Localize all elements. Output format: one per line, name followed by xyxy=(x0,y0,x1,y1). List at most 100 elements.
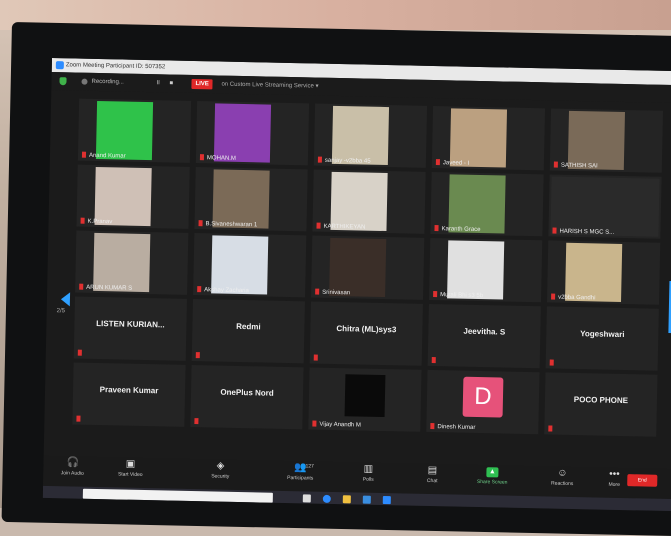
participant-tile[interactable]: sanjay -v2bba 45 xyxy=(313,103,428,168)
participant-name-label: Dinesh Kumar xyxy=(437,424,476,431)
previous-page-arrow-icon[interactable] xyxy=(60,292,71,307)
participant-display-name: Redmi xyxy=(236,321,261,332)
participant-tile[interactable]: ARUN KUMAR S xyxy=(75,230,189,295)
participant-tile[interactable]: POCO PHONE xyxy=(544,372,658,437)
participant-tile[interactable]: Anand Kumar xyxy=(77,98,192,163)
participant-tile[interactable]: Redmi xyxy=(191,299,305,364)
polls-button[interactable]: ▥ Polls xyxy=(343,464,393,483)
pause-recording-button[interactable]: II xyxy=(156,74,160,92)
participant-tile[interactable]: Vijay Anandh M xyxy=(308,367,422,432)
muted-mic-icon xyxy=(76,415,81,422)
participant-tile[interactable]: Jeevitha. S xyxy=(427,303,541,369)
muted-mic-icon xyxy=(317,156,322,163)
muted-mic-icon xyxy=(199,154,205,161)
muted-mic-icon xyxy=(433,291,438,298)
toolbar-label: More xyxy=(608,481,620,488)
toolbar-label: Polls xyxy=(362,476,374,483)
reactions-button[interactable]: ☺ Reactions xyxy=(537,468,587,487)
stop-recording-button[interactable]: ■ xyxy=(169,74,173,92)
more-button[interactable]: ••• More xyxy=(589,469,639,488)
muted-mic-icon xyxy=(198,220,203,227)
muted-mic-icon xyxy=(80,217,85,224)
muted-mic-icon xyxy=(316,222,321,229)
participant-name-label: ARUN KUMAR S xyxy=(86,284,133,292)
headphones-icon: 🎧 xyxy=(66,457,80,469)
live-service-label[interactable]: on Custom Live Streaming Service ▾ xyxy=(221,76,318,96)
file-explorer-icon[interactable] xyxy=(342,495,351,504)
muted-mic-icon xyxy=(197,286,202,293)
participant-tile[interactable]: K.Pranav xyxy=(76,164,190,229)
share-screen-button[interactable]: ▲ Share Screen xyxy=(467,467,517,486)
toolbar-label: Start Video xyxy=(117,471,143,478)
participant-name-label: HARISH S MGC S... xyxy=(559,228,615,236)
recording-icon xyxy=(81,78,88,85)
participant-tile[interactable]: v2bba Gandhi xyxy=(546,240,661,305)
reactions-icon: ☺ xyxy=(557,467,568,479)
shield-icon[interactable] xyxy=(59,77,67,86)
participant-tile[interactable]: HARISH S MGC S... xyxy=(548,174,662,239)
task-view-icon[interactable] xyxy=(302,494,311,503)
chat-button[interactable]: ▤ Chat xyxy=(407,465,457,485)
muted-mic-icon xyxy=(434,225,439,232)
participant-name-label: v2bba Gandhi xyxy=(558,294,596,302)
participant-name-label: KARTHIKEYAN xyxy=(323,223,366,231)
participant-video xyxy=(449,108,508,168)
muted-mic-icon xyxy=(552,227,557,234)
participant-tile[interactable]: Praveen Kumar xyxy=(72,362,186,427)
more-icon: ••• xyxy=(609,468,620,480)
participant-tile[interactable]: MOHAN.M xyxy=(195,101,310,166)
muted-mic-icon xyxy=(553,161,558,168)
participant-tile[interactable]: Murali Bhi s3 5b xyxy=(429,237,543,303)
edge-icon[interactable] xyxy=(322,494,331,503)
security-button[interactable]: ◈ Security xyxy=(195,461,245,480)
participant-video xyxy=(213,103,272,163)
participant-display-name: LISTEN KURIAN... xyxy=(96,318,165,330)
participant-video xyxy=(93,232,151,293)
participant-tile[interactable]: Chitra (ML)sys3 xyxy=(309,301,423,366)
muted-mic-icon xyxy=(549,359,554,366)
muted-mic-icon xyxy=(431,357,436,364)
participant-tile[interactable]: D Dinesh Kumar xyxy=(426,369,540,435)
participant-video xyxy=(94,166,152,227)
participant-video xyxy=(565,242,623,302)
share-screen-icon: ▲ xyxy=(486,467,499,478)
muted-mic-icon xyxy=(435,159,440,166)
participant-name-label: sanjay -v2bba 45 xyxy=(324,157,371,165)
participant-video-off xyxy=(344,374,386,418)
muted-mic-icon xyxy=(79,283,84,290)
participant-tile[interactable]: Akshay Zacharia xyxy=(193,233,307,298)
start-video-button[interactable]: ▣ Start Video xyxy=(105,459,155,478)
participant-tile[interactable]: Srinivasan xyxy=(311,235,425,300)
participant-avatar: D xyxy=(462,376,504,418)
participant-tile[interactable]: LISTEN KURIAN... xyxy=(73,296,187,361)
participant-display-name: Chitra (ML)sys3 xyxy=(336,324,397,335)
store-icon[interactable] xyxy=(362,495,371,504)
window-title: Zoom Meeting Participant ID: 507352 xyxy=(65,62,166,71)
toolbar-label: Participants xyxy=(287,475,314,482)
participant-tile[interactable]: SATHISH SAI xyxy=(549,108,664,173)
zoom-taskbar-icon[interactable] xyxy=(382,496,391,505)
participant-tile[interactable]: Yogeshwari xyxy=(545,306,659,371)
muted-mic-icon xyxy=(551,293,556,300)
participant-display-name: Praveen Kumar xyxy=(99,385,159,396)
muted-mic-icon xyxy=(548,425,553,432)
participant-count: 127 xyxy=(305,463,314,470)
participant-name-label: Akshay Zacharia xyxy=(204,287,249,295)
participant-name-label: SATHISH SAI xyxy=(560,162,598,170)
participant-name-label: K.Pranav xyxy=(87,218,113,226)
participant-video xyxy=(447,240,505,300)
participant-video xyxy=(212,169,270,229)
participants-button[interactable]: 👥 127 Participants xyxy=(275,462,325,482)
participant-tile[interactable]: B.Sivaneshwaran 1 xyxy=(194,167,308,232)
participant-tile[interactable]: Javeed - I xyxy=(431,105,546,171)
join-audio-button[interactable]: 🎧 Join Audio xyxy=(47,457,97,477)
participant-video xyxy=(550,176,660,237)
participant-video xyxy=(95,100,154,161)
participant-video xyxy=(331,105,390,166)
participant-grid: Anand Kumar MOHAN.M sanjay -v2bba 45 Javeed… xyxy=(71,98,671,501)
participant-tile[interactable]: Karanth Grace xyxy=(430,171,544,237)
live-badge[interactable]: LIVE xyxy=(191,78,213,90)
toolbar-label: Security xyxy=(211,473,230,480)
participant-tile[interactable]: OnePlus Nord xyxy=(190,364,304,430)
participant-tile[interactable]: KARTHIKEYAN xyxy=(312,169,426,234)
